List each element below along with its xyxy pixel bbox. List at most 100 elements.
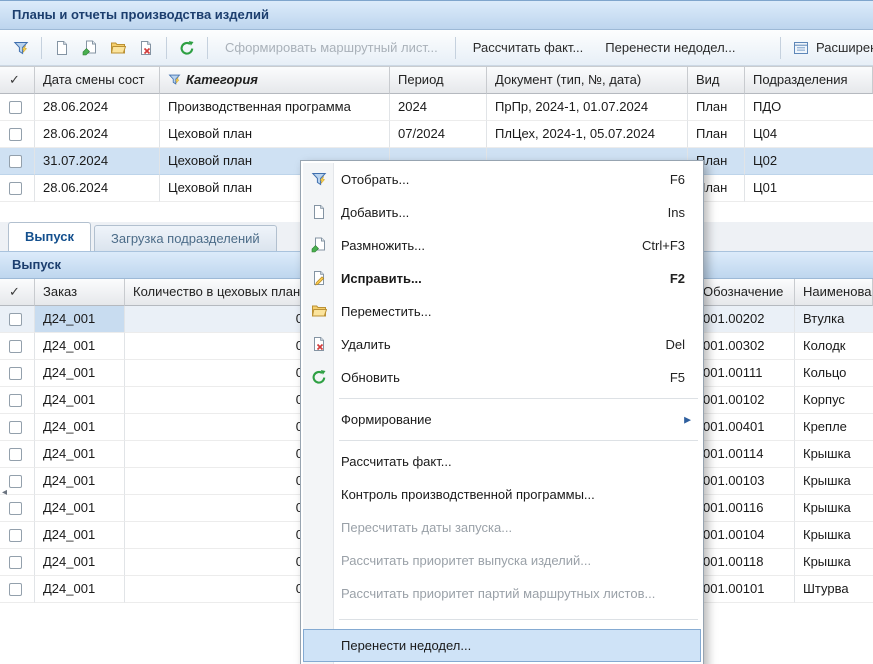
copy-doc-icon [311, 237, 327, 253]
row-checkbox[interactable] [9, 394, 22, 407]
column-header-category[interactable]: Категория [160, 67, 390, 94]
toolbar: Сформировать маршрутный лист... Рассчита… [0, 30, 873, 66]
menu-item-label: Отобрать... [341, 172, 409, 187]
copy-doc-icon [82, 40, 98, 56]
filter-icon [311, 171, 327, 187]
cell-category: Цеховой план [160, 121, 390, 148]
menu-item[interactable]: Размножить... Ctrl+F3 ▶ [303, 229, 701, 262]
delete-button[interactable] [133, 35, 159, 61]
cell-date: 28.06.2024 [35, 175, 160, 202]
splitter-collapse-arrow[interactable]: ◂ [0, 482, 9, 502]
cell-order: Д24_001 [35, 333, 125, 360]
row-checkbox[interactable] [9, 583, 22, 596]
column-header-period[interactable]: Период [390, 67, 487, 94]
menu-item-shortcut: F2 [670, 271, 693, 286]
move-backlog-button[interactable]: Перенести недодел... [595, 35, 745, 60]
cell-order: Д24_001 [35, 468, 125, 495]
menu-item-label: Размножить... [341, 238, 425, 253]
column-header-document[interactable]: Документ (тип, №, дата) [487, 67, 688, 94]
row-checkbox[interactable] [9, 475, 22, 488]
menu-item[interactable]: Переместить... ▶ [303, 295, 701, 328]
cell-code: 001.00202 [695, 306, 795, 333]
cell-division: ПДО [745, 94, 873, 121]
menu-item-shortcut: Ins [668, 205, 693, 220]
column-header-name[interactable]: Наименование [795, 279, 873, 306]
filter-button[interactable] [8, 35, 34, 61]
context-menu: Отобрать... F6 ▶ Добавить... Ins ▶ Размн… [300, 160, 704, 664]
check-column-icon: ✓ [9, 72, 20, 87]
refresh-button[interactable] [174, 35, 200, 61]
context-menu-items: Отобрать... F6 ▶ Добавить... Ins ▶ Размн… [303, 163, 701, 662]
add-button[interactable] [49, 35, 75, 61]
column-header-date[interactable]: Дата смены сост [35, 67, 160, 94]
extended-group: Расширен [775, 30, 873, 65]
menu-item-shortcut: F5 [670, 370, 693, 385]
menu-item-label: Рассчитать факт... [341, 454, 452, 469]
row-checkbox[interactable] [9, 101, 22, 114]
menu-item-icon [311, 486, 327, 502]
cell-code: 001.00101 [695, 576, 795, 603]
duplicate-button[interactable] [77, 35, 103, 61]
select-all-header[interactable]: ✓ [0, 67, 35, 94]
row-checkbox[interactable] [9, 502, 22, 515]
row-checkbox[interactable] [9, 155, 22, 168]
menu-item-icon [311, 585, 327, 601]
table-row[interactable]: 28.06.2024 Производственная программа 20… [0, 94, 873, 121]
menu-item[interactable]: Рассчитать факт... ▶ [303, 445, 701, 478]
cell-order: Д24_001 [35, 522, 125, 549]
row-checkbox[interactable] [9, 340, 22, 353]
window-title: Планы и отчеты производства изделий [12, 7, 269, 22]
row-checkbox[interactable] [9, 448, 22, 461]
column-header-division[interactable]: Подразделения [745, 67, 873, 94]
row-checkbox[interactable] [9, 421, 22, 434]
column-header-qty[interactable]: Количество в цеховых планах [125, 279, 312, 306]
menu-item[interactable]: Обновить F5 ▶ [303, 361, 701, 394]
extended-button[interactable]: Расширен [816, 35, 873, 60]
cell-order: Д24_001 [35, 495, 125, 522]
menu-item-icon [311, 453, 327, 469]
select-all-header[interactable]: ✓ [0, 279, 35, 306]
tab-zagruzka-podrazdelenij[interactable]: Загрузка подразделений [94, 225, 277, 251]
toolbar-separator [41, 37, 42, 59]
toolbar-separator [166, 37, 167, 59]
menu-item[interactable]: Перенести недодел... ▶ [303, 629, 701, 662]
calc-fact-button[interactable]: Рассчитать факт... [463, 35, 594, 60]
menu-item[interactable]: Отобрать... F6 ▶ [303, 163, 701, 196]
menu-item[interactable]: Контроль производственной программы... ▶ [303, 478, 701, 511]
row-checkbox[interactable] [9, 182, 22, 195]
menu-item[interactable]: Формирование ▶ [303, 403, 701, 436]
column-header-order[interactable]: Заказ [35, 279, 125, 306]
cell-qty: 0 [125, 495, 312, 522]
cell-qty: 0 [125, 360, 312, 387]
row-checkbox[interactable] [9, 313, 22, 326]
menu-item[interactable]: Исправить... F2 ▶ [303, 262, 701, 295]
menu-item: Рассчитать приоритет выпуска изделий... … [303, 544, 701, 577]
menu-item-icon [311, 519, 327, 535]
move-button[interactable] [105, 35, 131, 61]
cell-kind: План [688, 121, 745, 148]
cell-order: Д24_001 [35, 360, 125, 387]
cell-division: Ц02 [745, 148, 873, 175]
app-window: Планы и отчеты производства изделий Сфор… [0, 0, 873, 664]
table-row[interactable]: 28.06.2024 Цеховой план 07/2024 ПлЦех, 2… [0, 121, 873, 148]
menu-item-label: Контроль производственной программы... [341, 487, 595, 502]
cell-name: Крышка [795, 441, 873, 468]
row-checkbox[interactable] [9, 367, 22, 380]
row-checkbox[interactable] [9, 529, 22, 542]
menu-item[interactable]: Добавить... Ins ▶ [303, 196, 701, 229]
column-header-code[interactable]: Обозначение [695, 279, 795, 306]
menu-item[interactable]: Удалить Del ▶ [303, 328, 701, 361]
cell-qty: 0 [125, 441, 312, 468]
cell-name: Штурва [795, 576, 873, 603]
toolbar-separator [207, 37, 208, 59]
refresh-icon [179, 40, 195, 56]
cell-category: Производственная программа [160, 94, 390, 121]
row-checkbox[interactable] [9, 128, 22, 141]
cell-qty: 0 [125, 414, 312, 441]
cell-division: Ц01 [745, 175, 873, 202]
cell-qty: 0 [125, 468, 312, 495]
row-checkbox[interactable] [9, 556, 22, 569]
tab-vypusk[interactable]: Выпуск [8, 222, 91, 251]
column-header-kind[interactable]: Вид [688, 67, 745, 94]
cell-qty: 0 [125, 549, 312, 576]
